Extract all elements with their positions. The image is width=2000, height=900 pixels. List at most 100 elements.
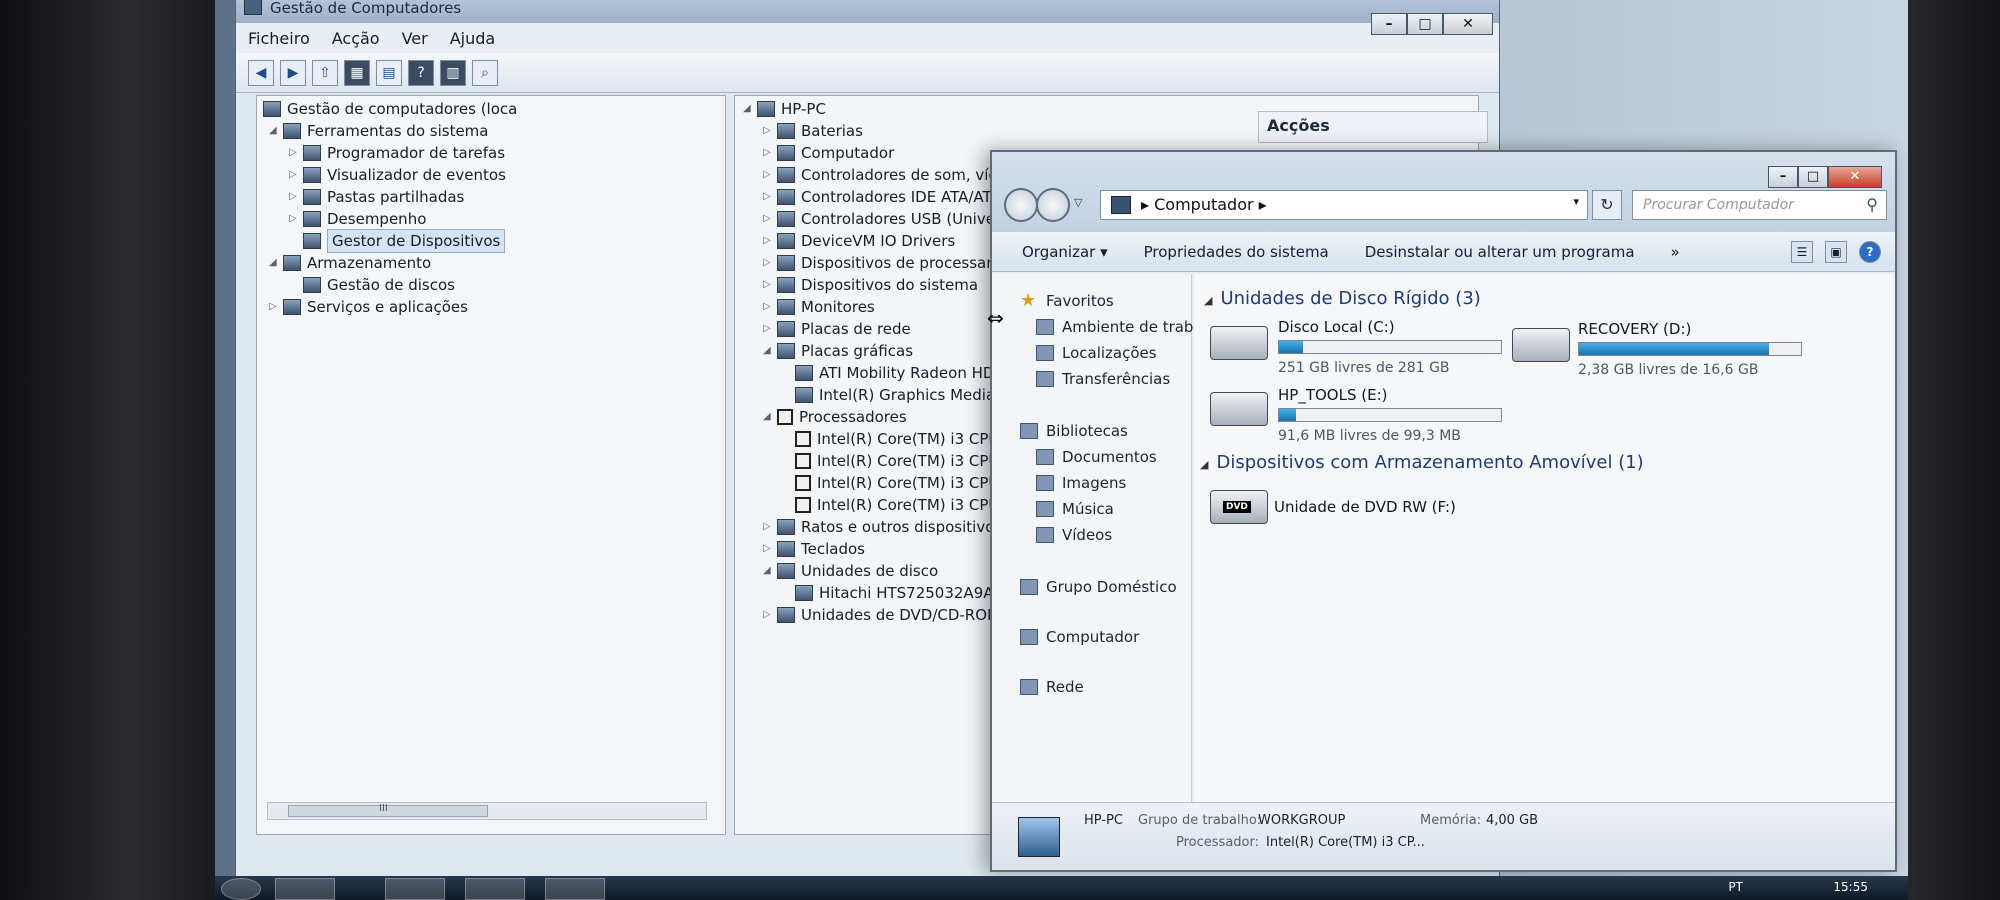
address-chevron-icon[interactable]: ▸	[1254, 195, 1267, 214]
search-input[interactable]: Procurar Computador ⚲	[1632, 190, 1887, 220]
chevron-down-icon[interactable]: ▾	[1573, 195, 1579, 208]
collapsed-arrow-icon[interactable]: ▷	[763, 230, 777, 252]
horizontal-scrollbar[interactable]: III	[267, 802, 707, 820]
device-category[interactable]: ▷ Computador	[763, 142, 894, 164]
taskbar-media-button[interactable]	[465, 878, 525, 900]
nav-videos[interactable]: Vídeos	[1036, 526, 1112, 544]
nav-documents[interactable]: Documentos	[1036, 448, 1157, 466]
cm-titlebar[interactable]: Gestão de Computadores	[236, 0, 1499, 23]
help-icon[interactable]: ?	[1859, 240, 1881, 263]
device-category[interactable]: ▷ Placas de rede	[763, 318, 911, 340]
recent-pages-chevron-icon[interactable]: ▽	[1074, 196, 1082, 209]
search-icon[interactable]: ⚲	[1866, 195, 1878, 214]
collapsed-arrow-icon[interactable]: ▷	[289, 208, 303, 230]
collapsed-arrow-icon[interactable]: ▷	[763, 208, 777, 230]
menu-ajuda[interactable]: Ajuda	[450, 29, 496, 48]
nav-network[interactable]: Rede	[1020, 678, 1084, 696]
tree-item-computer-management[interactable]: Gestão de computadores (loca	[263, 98, 517, 120]
input-language[interactable]: PT	[1728, 880, 1743, 894]
scrollbar-thumb[interactable]: III	[288, 803, 488, 817]
collapsed-arrow-icon[interactable]: ▷	[763, 274, 777, 296]
address-chevron-icon[interactable]: ▸	[1141, 195, 1154, 214]
tree-item-disk-management[interactable]: Gestão de discos	[303, 274, 455, 296]
maximize-button[interactable]: □	[1407, 13, 1443, 35]
device-category[interactable]: ◢ Processadores	[763, 406, 907, 428]
collapsed-arrow-icon[interactable]: ▷	[269, 296, 283, 318]
tree-item-system-tools[interactable]: ◢ Ferramentas do sistema	[269, 120, 488, 142]
tree-item-device-manager[interactable]: Gestor de Dispositivos	[303, 229, 506, 253]
device-category[interactable]: ◢ Unidades de disco	[763, 560, 938, 582]
help-icon[interactable]: ?	[408, 59, 434, 86]
start-button[interactable]	[221, 878, 261, 900]
device-category[interactable]: ◢ Placas gráficas	[763, 340, 913, 362]
expanded-arrow-icon[interactable]: ◢	[269, 120, 283, 142]
drive-d[interactable]: RECOVERY (D:) 2,38 GB livres de 16,6 GB	[1512, 320, 1812, 380]
drive-e[interactable]: HP_TOOLS (E:) 91,6 MB livres de 99,3 MB	[1210, 386, 1510, 446]
show-hide-action-pane-icon[interactable]: ▥	[440, 59, 466, 86]
device-item[interactable]: Hitachi HTS725032A9A364	[795, 582, 1022, 604]
tree-item-event-viewer[interactable]: ▷ Visualizador de eventos	[289, 164, 506, 186]
nav-favorites[interactable]: ★ Favoritos	[1020, 292, 1114, 311]
show-hide-tree-icon[interactable]: ▦	[344, 59, 370, 86]
change-view-icon[interactable]: ☰	[1791, 240, 1813, 263]
taskbar-explorer-button[interactable]	[385, 878, 445, 900]
drive-c[interactable]: Disco Local (C:) 251 GB livres de 281 GB	[1210, 318, 1510, 378]
taskbar-ie-button[interactable]	[275, 878, 335, 900]
forward-button[interactable]	[1036, 188, 1070, 222]
collapsed-arrow-icon[interactable]: ▷	[289, 142, 303, 164]
device-category[interactable]: ▷ Monitores	[763, 296, 875, 318]
device-category[interactable]: ▷ Unidades de DVD/CD-ROM	[763, 604, 1000, 626]
address-bar[interactable]: ▸ Computador ▸ ▾	[1100, 190, 1588, 220]
system-properties-button[interactable]: Propriedades do sistema	[1144, 243, 1329, 261]
device-category[interactable]: ▷ Baterias	[763, 120, 863, 142]
collapsed-arrow-icon[interactable]: ▷	[763, 516, 777, 538]
group-header-hard-disks[interactable]: ◢ Unidades de Disco Rígido (3)	[1204, 288, 1481, 309]
close-button[interactable]: ✕	[1828, 166, 1882, 188]
expanded-arrow-icon[interactable]: ◢	[743, 98, 757, 120]
minimize-button[interactable]: –	[1371, 13, 1407, 35]
nav-homegroup[interactable]: Grupo Doméstico	[1020, 578, 1177, 596]
expanded-arrow-icon[interactable]: ◢	[763, 406, 777, 428]
organize-button[interactable]: Organizar ▾	[1022, 243, 1108, 261]
collapsed-arrow-icon[interactable]: ▷	[763, 296, 777, 318]
taskbar-mmc-button[interactable]	[545, 878, 605, 900]
collapsed-arrow-icon[interactable]: ▷	[763, 252, 777, 274]
collapsed-arrow-icon[interactable]: ▷	[763, 142, 777, 164]
menu-ficheiro[interactable]: Ficheiro	[248, 29, 310, 48]
device-category[interactable]: ▷ Teclados	[763, 538, 865, 560]
device-node-hp-pc[interactable]: ◢ HP-PC	[743, 98, 826, 120]
group-header-removable[interactable]: ◢ Dispositivos com Armazenamento Amovível…	[1200, 452, 1644, 473]
collapse-triangle-icon[interactable]: ◢	[1200, 458, 1208, 471]
drive-f-dvd[interactable]: DVD Unidade de DVD RW (F:)	[1210, 484, 1510, 534]
more-commands-button[interactable]: »	[1671, 243, 1680, 261]
collapsed-arrow-icon[interactable]: ▷	[763, 120, 777, 142]
refresh-button[interactable]: ↻	[1592, 190, 1622, 220]
nav-places[interactable]: Localizações	[1036, 344, 1157, 362]
nav-pictures[interactable]: Imagens	[1036, 474, 1126, 492]
forward-arrow-icon[interactable]: ▶	[280, 59, 306, 86]
properties-icon[interactable]: ▤	[376, 59, 402, 86]
close-button[interactable]: ✕	[1443, 13, 1493, 35]
device-category[interactable]: ▷ Controladores IDE ATA/ATAPI	[763, 186, 1014, 208]
nav-downloads[interactable]: Transferências	[1036, 370, 1170, 388]
minimize-button[interactable]: –	[1768, 166, 1798, 188]
collapsed-arrow-icon[interactable]: ▷	[763, 538, 777, 560]
collapsed-arrow-icon[interactable]: ▷	[763, 318, 777, 340]
tree-item-storage[interactable]: ◢ Armazenamento	[269, 252, 431, 274]
up-folder-icon[interactable]: ⇧	[312, 59, 338, 86]
nav-desktop[interactable]: Ambiente de trabalh	[1036, 318, 1216, 336]
collapsed-arrow-icon[interactable]: ▷	[289, 186, 303, 208]
collapsed-arrow-icon[interactable]: ▷	[763, 604, 777, 626]
collapsed-arrow-icon[interactable]: ▷	[289, 164, 303, 186]
address-breadcrumb[interactable]: Computador	[1154, 195, 1253, 214]
back-button[interactable]	[1004, 188, 1038, 222]
menu-accao[interactable]: Acção	[332, 29, 380, 48]
uninstall-program-button[interactable]: Desinstalar ou alterar um programa	[1365, 243, 1635, 261]
collapsed-arrow-icon[interactable]: ▷	[763, 186, 777, 208]
back-arrow-icon[interactable]: ◀	[248, 59, 274, 86]
collapse-triangle-icon[interactable]: ◢	[1204, 294, 1212, 307]
menu-ver[interactable]: Ver	[402, 29, 428, 48]
nav-music[interactable]: Música	[1036, 500, 1114, 518]
expanded-arrow-icon[interactable]: ◢	[269, 252, 283, 274]
nav-computer[interactable]: Computador	[1020, 628, 1139, 646]
